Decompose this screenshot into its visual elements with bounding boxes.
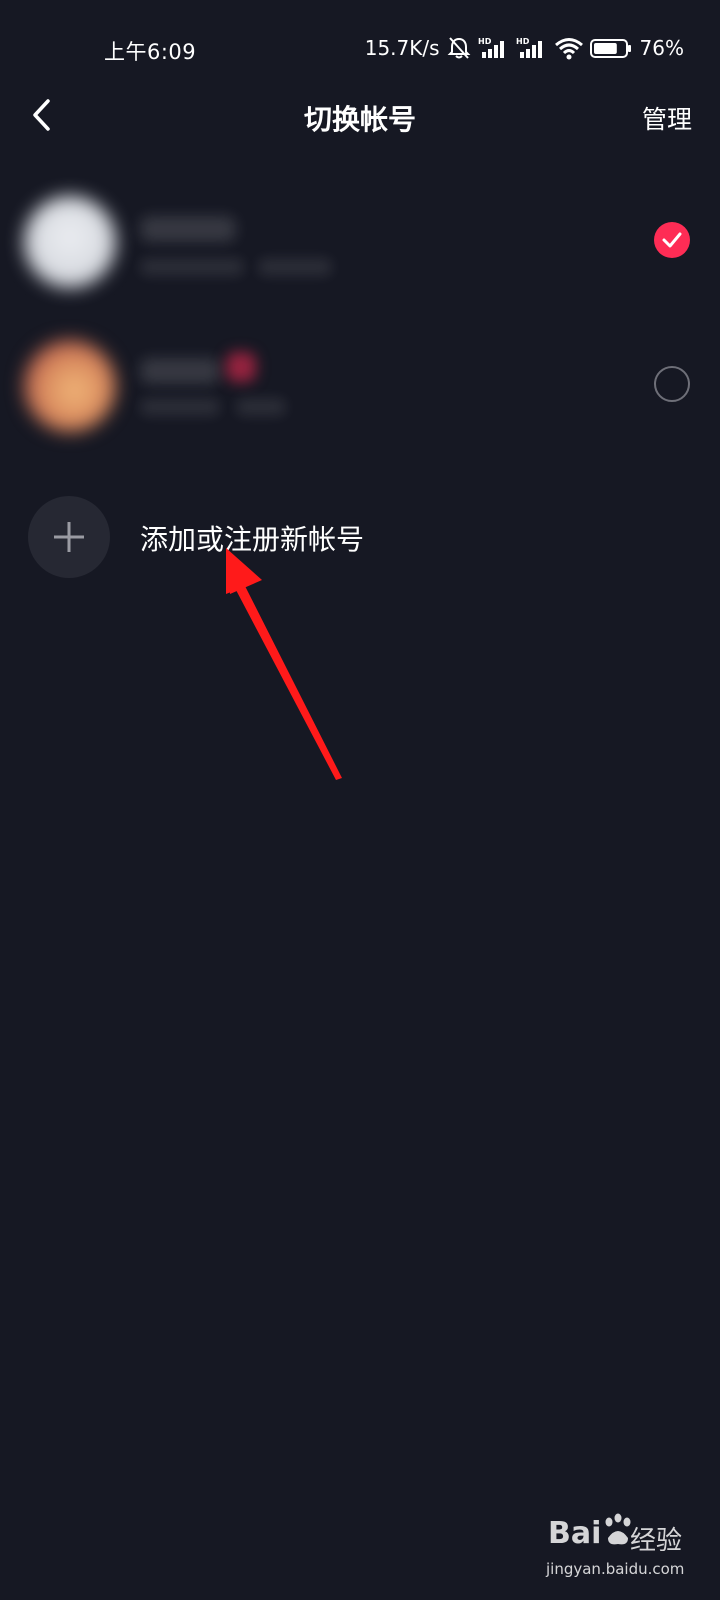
battery-percent: 76%: [639, 36, 684, 60]
add-account-button[interactable]: 添加或注册新帐号: [0, 490, 720, 580]
account-name: [140, 358, 220, 384]
navbar: 切换帐号 管理: [0, 80, 720, 150]
account-name: [140, 216, 236, 242]
check-icon: [662, 232, 682, 248]
wifi-icon: [554, 36, 584, 60]
hd-label: HD: [516, 37, 530, 46]
unselected-radio[interactable]: [654, 366, 690, 402]
watermark-logo-text: Bai: [548, 1516, 602, 1551]
baidu-watermark: Bai 经验 jingyan.baidu.com: [546, 1513, 698, 1586]
mute-bell-icon: [446, 36, 472, 60]
battery-icon: [589, 36, 632, 60]
account-subtext: [258, 258, 332, 276]
plus-icon: [54, 522, 84, 552]
hd-label: HD: [478, 37, 492, 46]
add-account-icon-circle: [28, 496, 110, 578]
status-icons: 15.7K/s HD HD 76%: [365, 36, 684, 60]
account-subtext: [140, 398, 220, 416]
signal-icon: HD: [516, 36, 548, 60]
selected-radio[interactable]: [654, 222, 690, 258]
add-account-label: 添加或注册新帐号: [140, 523, 365, 556]
account-subtext: [236, 398, 286, 416]
account-badge: [226, 352, 256, 382]
avatar: [24, 196, 116, 288]
watermark-logo-cn: 经验: [630, 1526, 683, 1556]
watermark-url: jingyan.baidu.com: [546, 1560, 685, 1578]
account-row[interactable]: [0, 326, 720, 446]
account-row[interactable]: [0, 180, 720, 300]
status-time: 上午6:09: [104, 40, 197, 64]
avatar: [24, 340, 116, 432]
manage-button[interactable]: 管理: [642, 100, 692, 136]
network-speed: 15.7K/s: [364, 36, 440, 60]
signal-icon: HD: [478, 36, 510, 60]
account-subtext: [140, 258, 244, 276]
paw-icon: [605, 1513, 631, 1545]
page-title: 切换帐号: [303, 103, 416, 136]
